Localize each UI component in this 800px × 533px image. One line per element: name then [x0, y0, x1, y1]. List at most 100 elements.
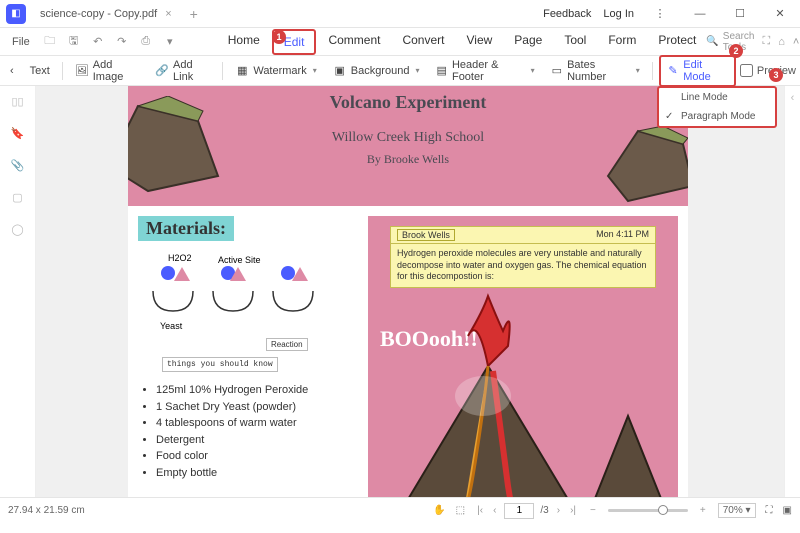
h2o2-label: H2O2	[168, 253, 192, 263]
page-author: By Brooke Wells	[367, 152, 449, 167]
paragraph-mode-option[interactable]: ✓Paragraph Mode	[659, 107, 775, 126]
line-mode-option[interactable]: Line Mode	[659, 88, 775, 107]
fit-width-icon[interactable]: ⛶	[766, 505, 773, 516]
comment-rail-icon[interactable]: ◯	[9, 220, 27, 238]
tab-protect[interactable]: Protect	[648, 29, 706, 55]
background-tool[interactable]: ▣Background▾	[327, 62, 426, 80]
page-title: Volcano Experiment	[330, 92, 487, 113]
home-icon[interactable]: ⌂	[778, 36, 785, 48]
zoom-out-icon[interactable]: −	[588, 505, 598, 516]
link-icon: 🔗	[155, 64, 169, 78]
add-link-tool[interactable]: 🔗Add Link	[149, 57, 216, 85]
document-tab[interactable]: science-copy - Copy.pdf ×	[32, 0, 180, 27]
header-footer-icon: ▤	[435, 64, 448, 78]
background-icon: ▣	[333, 64, 347, 78]
chevron-down-icon: ▾	[313, 66, 317, 75]
list-item: Empty bottle	[156, 465, 358, 482]
hand-tool-icon[interactable]: ✋	[433, 505, 445, 516]
expand-icon[interactable]: ⛶	[762, 35, 770, 48]
file-menu[interactable]: File	[4, 36, 38, 48]
bates-number-tool[interactable]: ▭Bates Number▾	[545, 57, 646, 85]
volcano-panel: Brook Wells Mon 4:11 PM Hydrogen peroxid…	[368, 216, 678, 497]
attachment-icon[interactable]: 📎	[9, 156, 27, 174]
last-page-icon[interactable]: ›|	[568, 505, 578, 516]
page-number-input[interactable]	[504, 503, 534, 519]
thumbnails-icon[interactable]: ▯▯	[9, 92, 27, 110]
next-page-icon[interactable]: ›	[555, 505, 562, 516]
annotation-badge-3: 3	[769, 68, 783, 82]
list-item: 4 tablespoons of warm water	[156, 415, 358, 432]
left-sidebar: ▯▯ 🔖 📎 ▢ ◯	[0, 86, 36, 497]
tab-form[interactable]: Form	[598, 29, 646, 55]
open-icon[interactable]: 🗀	[42, 34, 58, 50]
svg-text:Yeast: Yeast	[160, 321, 183, 331]
active-site-label: Active Site	[218, 255, 261, 265]
watermark-icon: ▦	[235, 64, 249, 78]
page-navigation: |‹ ‹ /3 › ›|	[475, 503, 578, 519]
tab-comment[interactable]: Comment	[318, 29, 390, 55]
edit-mode-button[interactable]: ✎Edit Mode	[659, 55, 736, 87]
materials-list: 125ml 10% Hydrogen Peroxide 1 Sachet Dry…	[138, 382, 358, 481]
volcano-illustration	[368, 216, 678, 497]
fit-page-icon[interactable]: ▣	[783, 505, 792, 516]
new-tab-button[interactable]: +	[190, 6, 198, 22]
close-tab-icon[interactable]: ×	[165, 8, 171, 20]
tab-convert[interactable]: Convert	[392, 29, 454, 55]
chevron-up-icon[interactable]: ˄	[793, 36, 799, 48]
save-icon[interactable]: 🖫	[66, 34, 82, 50]
tab-home[interactable]: Home	[218, 29, 270, 55]
preview-checkbox[interactable]: Preview	[740, 64, 796, 77]
undo-icon[interactable]: ↶	[90, 34, 106, 50]
collapse-icon[interactable]: ‹	[791, 92, 795, 104]
edit-mode-dropdown: Line Mode ✓Paragraph Mode	[657, 86, 777, 128]
zoom-in-icon[interactable]: +	[698, 505, 708, 516]
list-item: Food color	[156, 448, 358, 465]
molecule-diagram: H2O2 Active Site Yeast Reaction things y…	[138, 251, 358, 372]
tab-tool[interactable]: Tool	[554, 29, 596, 55]
zoom-slider[interactable]	[608, 509, 688, 512]
minimize-icon[interactable]: —	[686, 2, 714, 26]
annotation-badge-2: 2	[729, 44, 743, 58]
bookmark-icon[interactable]: 🔖	[9, 124, 27, 142]
zoom-thumb[interactable]	[658, 505, 668, 515]
tab-page[interactable]: Page	[504, 29, 552, 55]
more-icon[interactable]: ▾	[162, 34, 178, 50]
image-icon: 🖼	[75, 64, 89, 78]
tab-title: science-copy - Copy.pdf	[40, 8, 157, 20]
login-link[interactable]: Log In	[603, 8, 634, 20]
pdf-page: Volcano Experiment Willow Creek High Sch…	[128, 86, 688, 497]
maximize-icon[interactable]: ☐	[726, 2, 754, 26]
things-you-should-know-label: things you should know	[162, 357, 278, 372]
feedback-link[interactable]: Feedback	[543, 8, 591, 20]
list-item: Detergent	[156, 432, 358, 449]
kebab-menu-icon[interactable]: ⋮	[646, 2, 674, 26]
annotation-badge-1: 1	[272, 30, 286, 44]
edit-icon: ✎	[667, 64, 680, 78]
rock-illustration-left	[128, 96, 228, 196]
page-icon[interactable]: ▢	[9, 188, 27, 206]
print-icon[interactable]: ⎙	[138, 34, 154, 50]
tab-view[interactable]: View	[456, 29, 502, 55]
text-tool[interactable]: Text	[24, 63, 56, 79]
prev-page-icon[interactable]: ‹	[491, 505, 498, 516]
first-page-icon[interactable]: |‹	[475, 505, 485, 516]
zoom-value[interactable]: 70% ▾	[718, 503, 756, 518]
back-button[interactable]: ‹	[4, 63, 20, 79]
reaction-label: Reaction	[266, 338, 308, 351]
page-dimensions: 27.94 x 21.59 cm	[8, 505, 85, 516]
preview-check[interactable]	[740, 64, 753, 77]
right-rail: ‹	[784, 86, 800, 497]
document-canvas[interactable]: Volcano Experiment Willow Creek High Sch…	[36, 86, 784, 497]
redo-icon[interactable]: ↷	[114, 34, 130, 50]
close-window-icon[interactable]: ✕	[766, 2, 794, 26]
page-school: Willow Creek High School	[332, 130, 484, 146]
watermark-tool[interactable]: ▦Watermark▾	[229, 62, 322, 80]
add-image-tool[interactable]: 🖼Add Image	[69, 57, 146, 85]
select-tool-icon[interactable]: ⬚	[456, 505, 465, 516]
bates-icon: ▭	[551, 64, 563, 78]
header-footer-tool[interactable]: ▤Header & Footer▾	[429, 57, 540, 85]
separator	[222, 62, 223, 80]
app-icon: ◧	[6, 4, 26, 24]
search-icon: 🔍	[706, 36, 718, 47]
rock-illustration-right	[598, 126, 688, 206]
